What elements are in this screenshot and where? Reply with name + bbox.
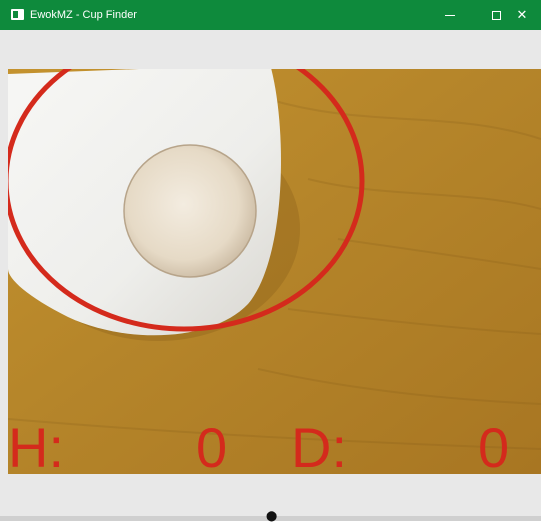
camera-feed bbox=[8, 69, 541, 474]
height-value: 0 bbox=[196, 416, 228, 479]
close-button[interactable]: ✕ bbox=[503, 0, 541, 30]
minimize-button[interactable] bbox=[427, 0, 473, 30]
minimize-icon bbox=[445, 14, 455, 16]
distance-label: D: bbox=[291, 416, 347, 479]
close-icon: ✕ bbox=[516, 7, 528, 22]
mouse-cursor-icon: ⬤ bbox=[266, 511, 278, 522]
cup-bottom bbox=[123, 144, 257, 278]
title-bar[interactable]: EwokMZ - Cup Finder ✕ bbox=[0, 0, 541, 30]
bottom-panel bbox=[0, 474, 541, 516]
height-label: H: bbox=[8, 416, 64, 479]
window-title: EwokMZ - Cup Finder bbox=[30, 9, 137, 21]
app-window-icon[interactable] bbox=[11, 9, 24, 20]
top-panel bbox=[0, 30, 541, 69]
left-border bbox=[0, 69, 8, 474]
app-window: EwokMZ - Cup Finder ✕ H: 0 D: 0 ⬤ bbox=[0, 0, 541, 522]
maximize-icon bbox=[491, 10, 501, 20]
distance-value: 0 bbox=[478, 416, 510, 479]
camera-frame-image bbox=[8, 69, 541, 474]
